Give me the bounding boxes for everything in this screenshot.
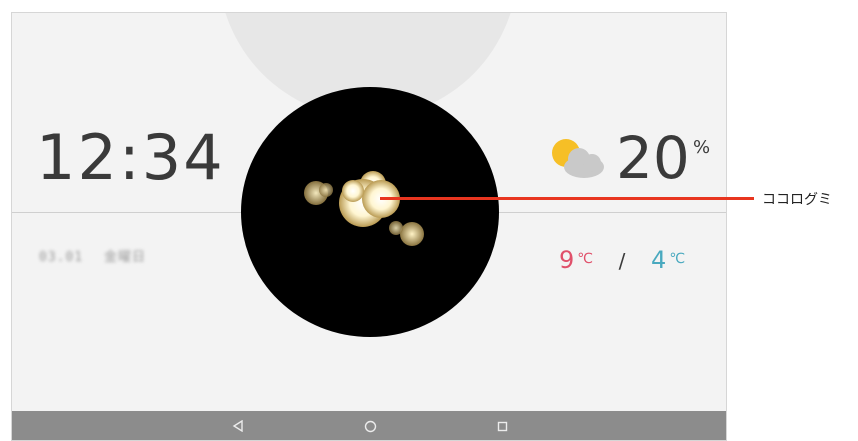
callout-label: ココログミ	[762, 192, 832, 208]
temperature-range: 9 ℃ / 4 ℃	[559, 245, 685, 275]
callout-line	[380, 197, 754, 200]
glowing-character	[304, 171, 424, 246]
temp-separator: /	[618, 249, 626, 273]
high-temp: 9 ℃	[559, 246, 594, 274]
character-display-circle	[241, 87, 499, 337]
low-temp: 4 ℃	[651, 246, 686, 274]
recents-square-icon[interactable]	[492, 416, 512, 436]
android-navigation-bar	[12, 411, 726, 440]
back-triangle-icon[interactable]	[228, 416, 248, 436]
date-blurred: 03.01 金曜日	[39, 246, 158, 265]
device-screen: 12:34 03.01 金曜日 20 % 9 ℃ / 4 ℃	[11, 12, 727, 441]
partly-cloudy-icon	[552, 139, 604, 178]
weather-value-unit: %	[693, 137, 711, 158]
date-text: 03.01	[39, 250, 84, 265]
clock-time: 12:34	[36, 121, 225, 194]
weather-value: 20	[616, 124, 690, 192]
weekday-text: 金曜日	[103, 250, 146, 265]
home-circle-icon[interactable]	[360, 416, 380, 436]
